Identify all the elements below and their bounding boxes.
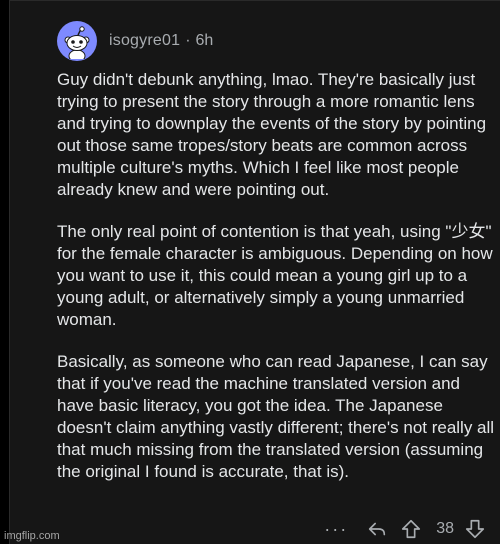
reply-icon[interactable] — [366, 518, 388, 540]
vote-count: 38 — [436, 520, 454, 537]
comment-paragraph: Guy didn't debunk anything, lmao. They'r… — [57, 70, 487, 199]
comment-timestamp: 6h — [195, 32, 214, 49]
avatar[interactable] — [57, 21, 97, 61]
comment-header: isogyre01 · 6h — [57, 21, 213, 61]
comment-paragraph: Basically, as someone who can read Japan… — [57, 352, 495, 481]
snoo-icon — [64, 26, 90, 59]
downvote-icon[interactable] — [464, 518, 486, 540]
more-options-icon[interactable]: ··· — [324, 520, 348, 538]
comment-paragraph: The only real point of contention is tha… — [57, 222, 493, 329]
comment-username[interactable]: isogyre01 — [109, 32, 180, 50]
comment-actions: ··· 38 — [324, 515, 486, 543]
watermark: imgflip.com — [4, 530, 60, 542]
meta-separator: · — [185, 32, 191, 49]
comment-card: isogyre01 · 6h Guy didn't debunk anythin… — [9, 0, 500, 544]
comment-body: Guy didn't debunk anything, lmao. They'r… — [57, 69, 497, 503]
upvote-icon[interactable] — [400, 518, 422, 540]
